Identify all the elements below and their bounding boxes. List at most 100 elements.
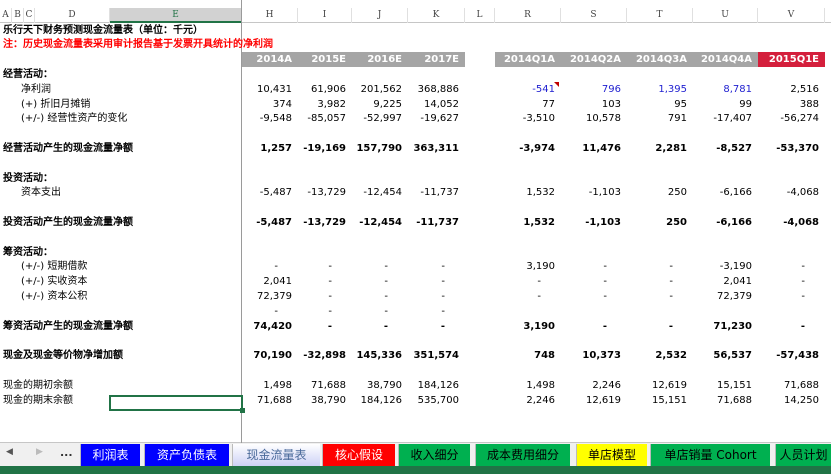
value-cell[interactable]: -	[627, 289, 693, 304]
value-cell[interactable]: 38,790	[298, 393, 352, 408]
value-cell[interactable]: 56,537	[693, 348, 758, 363]
value-cell[interactable]: -3,510	[495, 111, 561, 126]
value-cell[interactable]: 1,498	[242, 378, 298, 393]
value-cell[interactable]: 1,498	[495, 378, 561, 393]
next-sheet-icon[interactable]: ▶	[36, 447, 43, 457]
value-cell[interactable]: -12,454	[352, 185, 408, 200]
value-cell[interactable]: 71,688	[298, 378, 352, 393]
value-cell[interactable]: 61,906	[298, 82, 352, 97]
value-cell[interactable]: 1,532	[495, 185, 561, 200]
value-cell[interactable]: 77	[495, 97, 561, 112]
column-header-T[interactable]: T	[627, 8, 693, 23]
value-cell[interactable]: -	[352, 289, 408, 304]
value-cell[interactable]: 2,246	[495, 393, 561, 408]
value-cell[interactable]: -	[758, 259, 825, 274]
value-cell[interactable]: 95	[627, 97, 693, 112]
value-cell[interactable]: 71,688	[242, 393, 298, 408]
sheet-tab[interactable]: 单店模型	[576, 444, 647, 467]
value-cell[interactable]: -11,737	[408, 215, 465, 230]
value-cell[interactable]: -9,548	[242, 111, 298, 126]
value-cell[interactable]: 1,257	[242, 141, 298, 156]
column-header-B[interactable]: B	[12, 8, 24, 23]
value-cell[interactable]: -12,454	[352, 215, 408, 230]
column-header-E[interactable]: E	[110, 8, 242, 23]
value-cell[interactable]: 157,790	[352, 141, 408, 156]
value-cell[interactable]: -	[408, 304, 465, 319]
sheet-tab[interactable]: 现金流量表	[232, 444, 320, 468]
value-cell[interactable]: -541	[495, 82, 561, 97]
value-cell[interactable]: -1,103	[561, 185, 627, 200]
sheet-tab[interactable]: 核心假设	[322, 444, 395, 467]
value-cell[interactable]: 1,395	[627, 82, 693, 97]
value-cell[interactable]: 8,781	[693, 82, 758, 97]
value-cell[interactable]: 38,790	[352, 378, 408, 393]
value-cell[interactable]: 14,052	[408, 97, 465, 112]
value-cell[interactable]: -1,103	[561, 215, 627, 230]
value-cell[interactable]: 10,578	[561, 111, 627, 126]
value-cell[interactable]: -	[758, 274, 825, 289]
value-cell[interactable]: 12,619	[561, 393, 627, 408]
value-cell[interactable]: -5,487	[242, 215, 298, 230]
column-header-A[interactable]: A	[0, 8, 12, 23]
column-header-J[interactable]: J	[352, 8, 408, 23]
column-header-C[interactable]: C	[24, 8, 35, 23]
value-cell[interactable]: -	[495, 274, 561, 289]
value-cell[interactable]: 103	[561, 97, 627, 112]
value-cell[interactable]: 145,336	[352, 348, 408, 363]
sheet-tab[interactable]: 利润表	[80, 444, 140, 467]
value-cell[interactable]: -53,370	[758, 141, 825, 156]
value-cell[interactable]: 15,151	[627, 393, 693, 408]
column-header-H[interactable]: H	[242, 8, 298, 23]
value-cell[interactable]: -	[561, 319, 627, 334]
comment-indicator-icon[interactable]	[554, 81, 559, 87]
value-cell[interactable]: 363,311	[408, 141, 465, 156]
value-cell[interactable]: -3,190	[693, 259, 758, 274]
value-cell[interactable]: 71,688	[758, 378, 825, 393]
value-cell[interactable]: -	[758, 289, 825, 304]
value-cell[interactable]: 2,041	[693, 274, 758, 289]
value-cell[interactable]: 71,688	[693, 393, 758, 408]
value-cell[interactable]: -	[627, 319, 693, 334]
value-cell[interactable]: 368,886	[408, 82, 465, 97]
value-cell[interactable]: -	[298, 259, 352, 274]
value-cell[interactable]: 9,225	[352, 97, 408, 112]
value-cell[interactable]: 74,420	[242, 319, 298, 334]
value-cell[interactable]: -13,729	[298, 185, 352, 200]
value-cell[interactable]: -	[561, 289, 627, 304]
value-cell[interactable]: -	[495, 289, 561, 304]
value-cell[interactable]: -	[561, 274, 627, 289]
value-cell[interactable]: -	[758, 319, 825, 334]
value-cell[interactable]: -6,166	[693, 185, 758, 200]
value-cell[interactable]: -	[408, 289, 465, 304]
value-cell[interactable]: -19,169	[298, 141, 352, 156]
value-cell[interactable]	[495, 304, 561, 319]
column-header-R[interactable]: R	[495, 8, 561, 23]
value-cell[interactable]: -	[352, 319, 408, 334]
value-cell[interactable]: 3,190	[495, 319, 561, 334]
value-cell[interactable]: 791	[627, 111, 693, 126]
value-cell[interactable]: -	[352, 259, 408, 274]
value-cell[interactable]: 3,190	[495, 259, 561, 274]
value-cell[interactable]: -	[242, 304, 298, 319]
value-cell[interactable]: -6,166	[693, 215, 758, 230]
column-header-D[interactable]: D	[35, 8, 110, 23]
value-cell[interactable]: 14,250	[758, 393, 825, 408]
value-cell[interactable]	[758, 304, 825, 319]
column-header-V[interactable]: V	[758, 8, 825, 23]
value-cell[interactable]: 351,574	[408, 348, 465, 363]
sheet-tab[interactable]: 收入细分	[398, 444, 470, 467]
value-cell[interactable]: -19,627	[408, 111, 465, 126]
value-cell[interactable]: 535,700	[408, 393, 465, 408]
value-cell[interactable]: 11,476	[561, 141, 627, 156]
value-cell[interactable]: 72,379	[693, 289, 758, 304]
column-header-I[interactable]: I	[298, 8, 352, 23]
value-cell[interactable]: 70,190	[242, 348, 298, 363]
column-header-L[interactable]: L	[465, 8, 495, 23]
value-cell[interactable]: -32,898	[298, 348, 352, 363]
value-cell[interactable]: -	[627, 274, 693, 289]
value-cell[interactable]: -17,407	[693, 111, 758, 126]
value-cell[interactable]	[561, 304, 627, 319]
value-cell[interactable]: 388	[758, 97, 825, 112]
sheet-tab[interactable]: 成本费用细分	[475, 444, 570, 467]
value-cell[interactable]: 250	[627, 185, 693, 200]
